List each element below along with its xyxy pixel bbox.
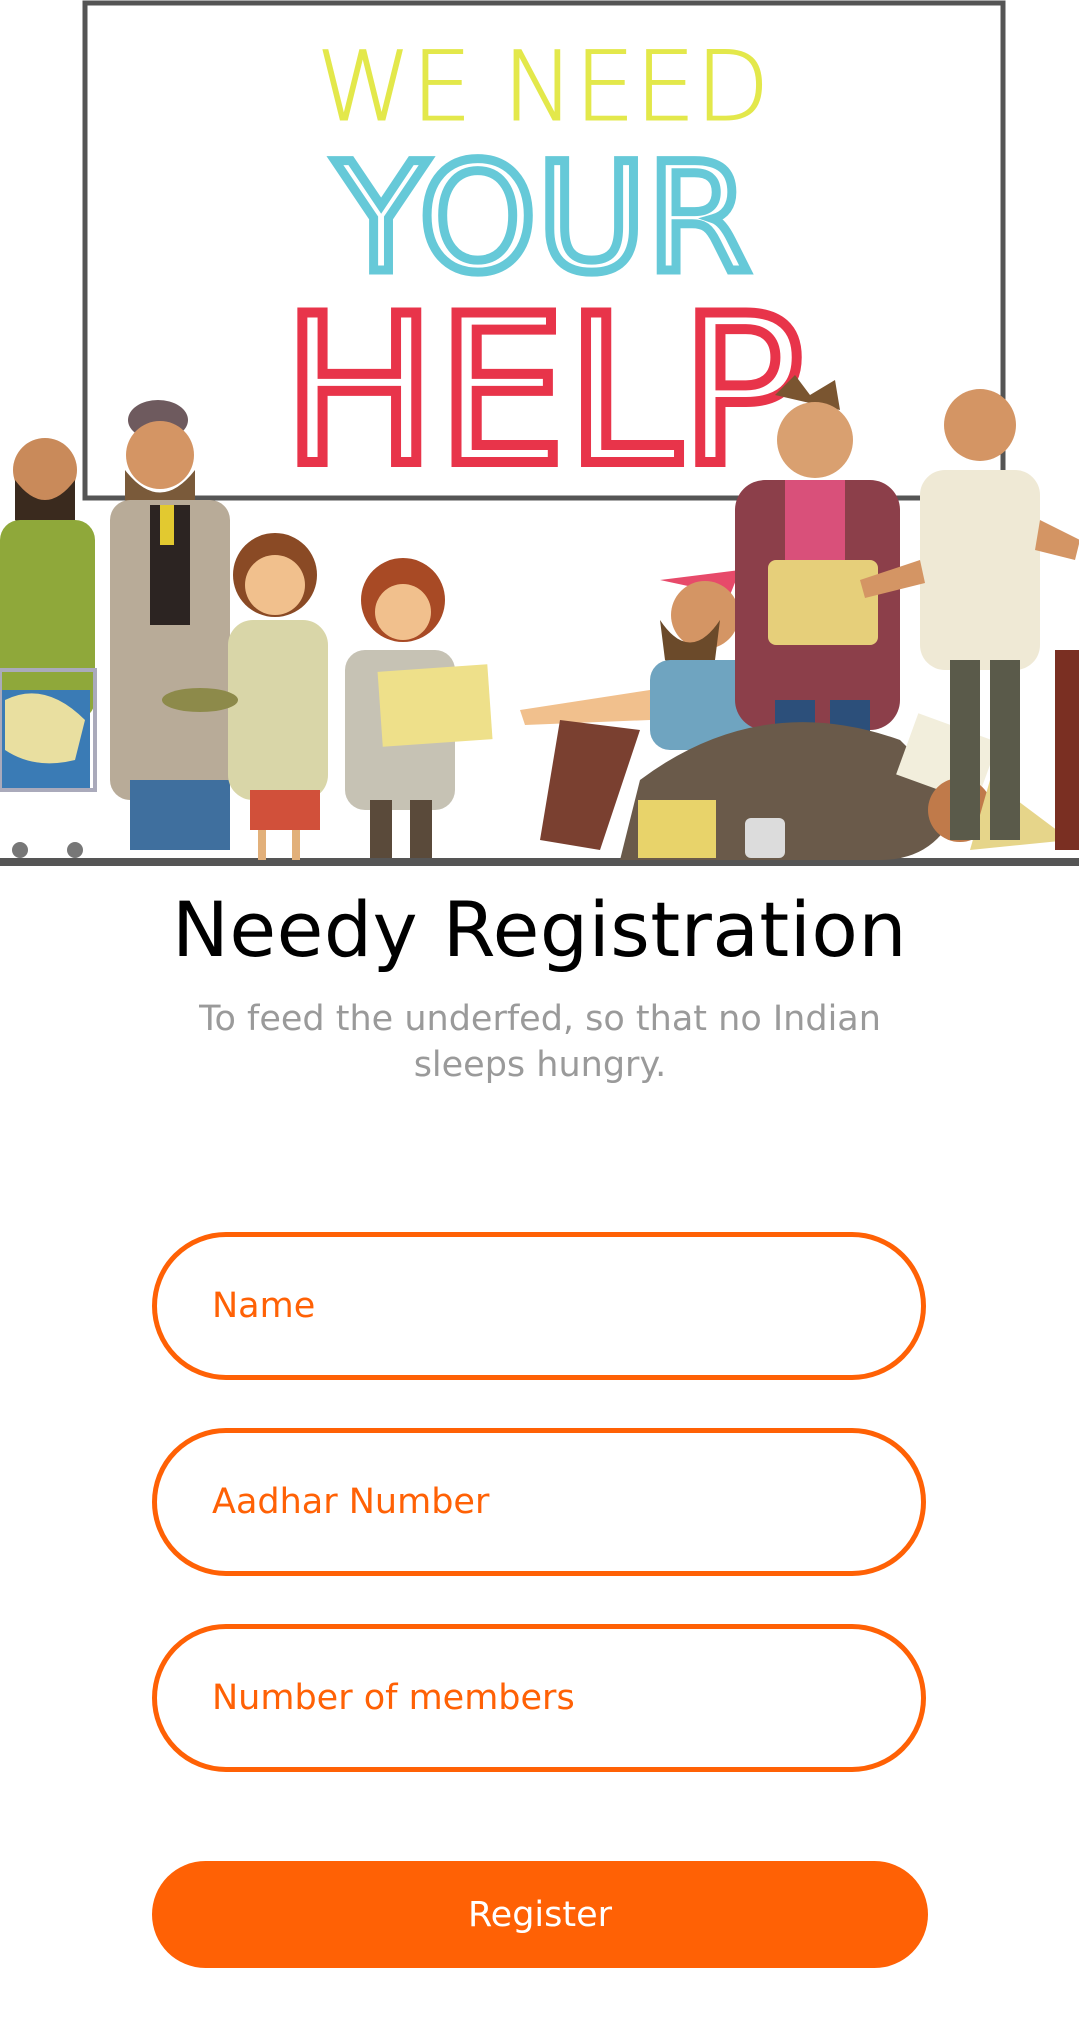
page-subtitle: To feed the underfed, so that no Indian … — [199, 999, 881, 1085]
page-title: Needy Registration — [171, 885, 908, 974]
sign-line-3: HELP — [282, 273, 804, 511]
ground-line — [0, 858, 1079, 866]
sign-line-1: WE NEED — [316, 31, 769, 143]
aadhar-input[interactable] — [212, 1433, 872, 1571]
aadhar-field[interactable] — [152, 1428, 926, 1576]
members-input[interactable] — [212, 1629, 872, 1767]
needy-people-illustration: WE NEED YOUR HELP — [0, 0, 1079, 866]
members-field[interactable] — [152, 1624, 926, 1772]
hero-illustration: WE NEED YOUR HELP — [0, 0, 1079, 868]
person-child — [345, 558, 493, 858]
name-input[interactable] — [212, 1237, 872, 1375]
name-field[interactable] — [152, 1232, 926, 1380]
register-button[interactable]: Register — [152, 1861, 928, 1968]
